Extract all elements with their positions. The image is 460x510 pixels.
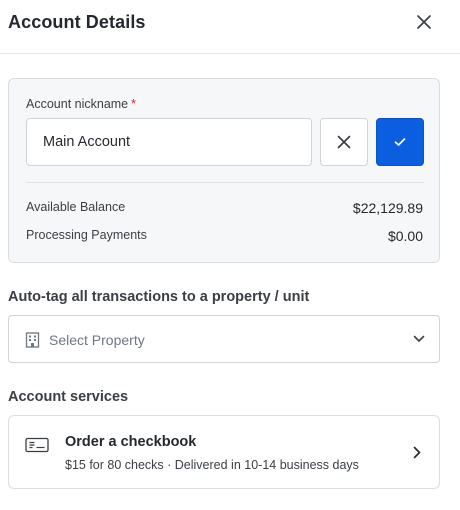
nickname-label: Account nickname *: [26, 97, 137, 111]
required-marker: *: [131, 97, 137, 111]
page-title: Account Details: [8, 12, 146, 32]
close-icon: [417, 15, 431, 29]
close-button[interactable]: [412, 10, 436, 34]
cancel-edit-button[interactable]: [320, 118, 368, 166]
building-icon: [25, 332, 40, 348]
checkbook-subtitle: $15 for 80 checks · Delivered in 10-14 b…: [65, 458, 359, 472]
property-select-placeholder: Select Property: [49, 332, 145, 348]
processing-payments-value: $0.00: [387, 228, 423, 244]
check-icon: [25, 437, 49, 453]
divider: [26, 182, 424, 183]
services-title: Account services: [8, 389, 129, 405]
account-card: Account nickname* Available Balance $22,…: [8, 78, 440, 263]
checkbook-title: Order a checkbook: [65, 434, 197, 450]
panel-header: Account Details: [0, 0, 460, 54]
x-icon: [337, 135, 351, 149]
save-nickname-button[interactable]: [376, 118, 424, 166]
property-select[interactable]: Select Property: [8, 315, 440, 363]
nickname-input[interactable]: [26, 118, 312, 166]
autotag-title: Auto-tag all transactions to a property …: [8, 289, 310, 305]
available-balance-label: Available Balance: [26, 200, 126, 214]
chevron-right-icon: [413, 446, 421, 459]
checkmark-icon: [394, 138, 406, 146]
available-balance-value: $22,129.89: [352, 200, 423, 216]
processing-payments-label: Processing Payments: [26, 228, 147, 242]
order-checkbook-card[interactable]: Order a checkbook $15 for 80 checks · De…: [8, 415, 440, 489]
chevron-down-icon: [413, 335, 425, 342]
